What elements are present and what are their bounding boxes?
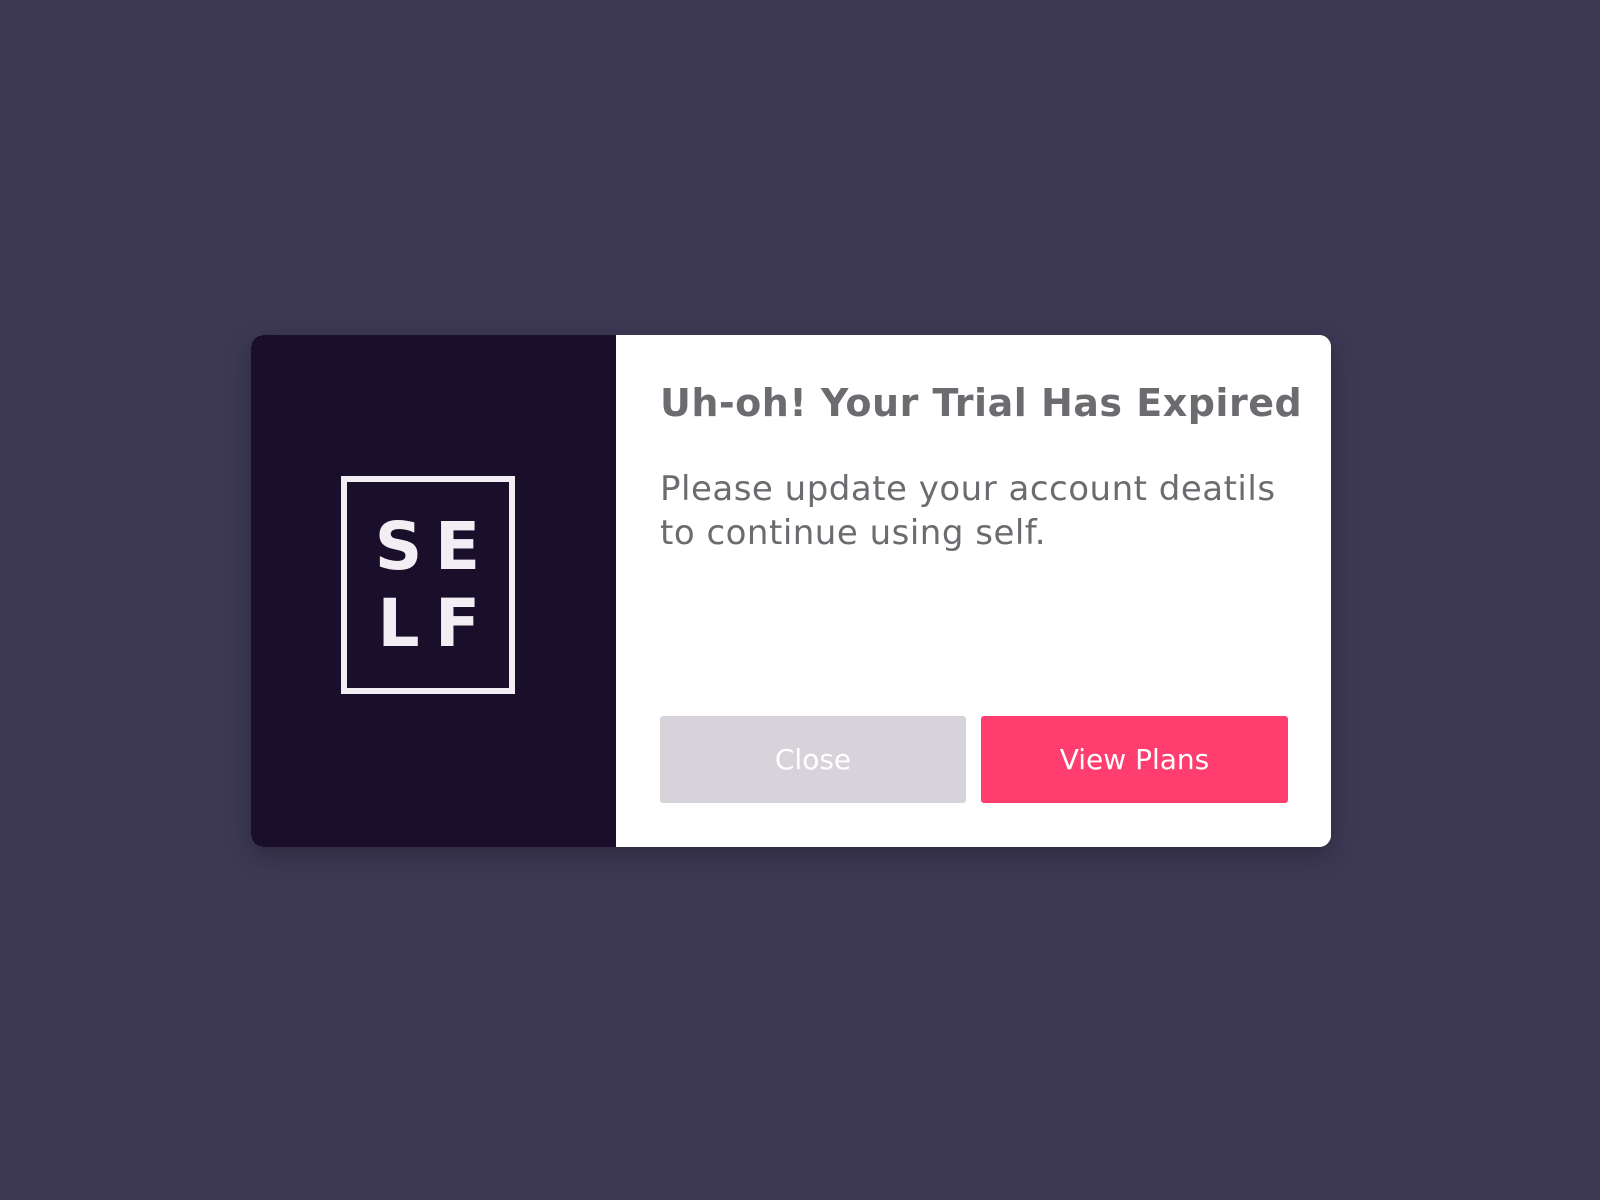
modal-title: Uh-oh! Your Trial Has Expired — [660, 381, 1303, 425]
modal-content: Uh-oh! Your Trial Has Expired Please upd… — [616, 335, 1331, 847]
logo-letter-f: F — [434, 584, 481, 662]
self-logo: S E L F — [341, 476, 515, 694]
logo-letter-e: E — [434, 507, 481, 585]
close-button[interactable]: Close — [660, 716, 966, 803]
modal-message: Please update your account deatils to co… — [660, 469, 1276, 553]
brand-panel: S E L F — [251, 335, 616, 847]
trial-expired-modal: S E L F Uh-oh! Your Trial Has Expired Pl… — [251, 335, 1331, 847]
logo-letter-l: L — [377, 584, 420, 662]
view-plans-button[interactable]: View Plans — [981, 716, 1288, 803]
logo-letter-s: S — [374, 507, 423, 585]
